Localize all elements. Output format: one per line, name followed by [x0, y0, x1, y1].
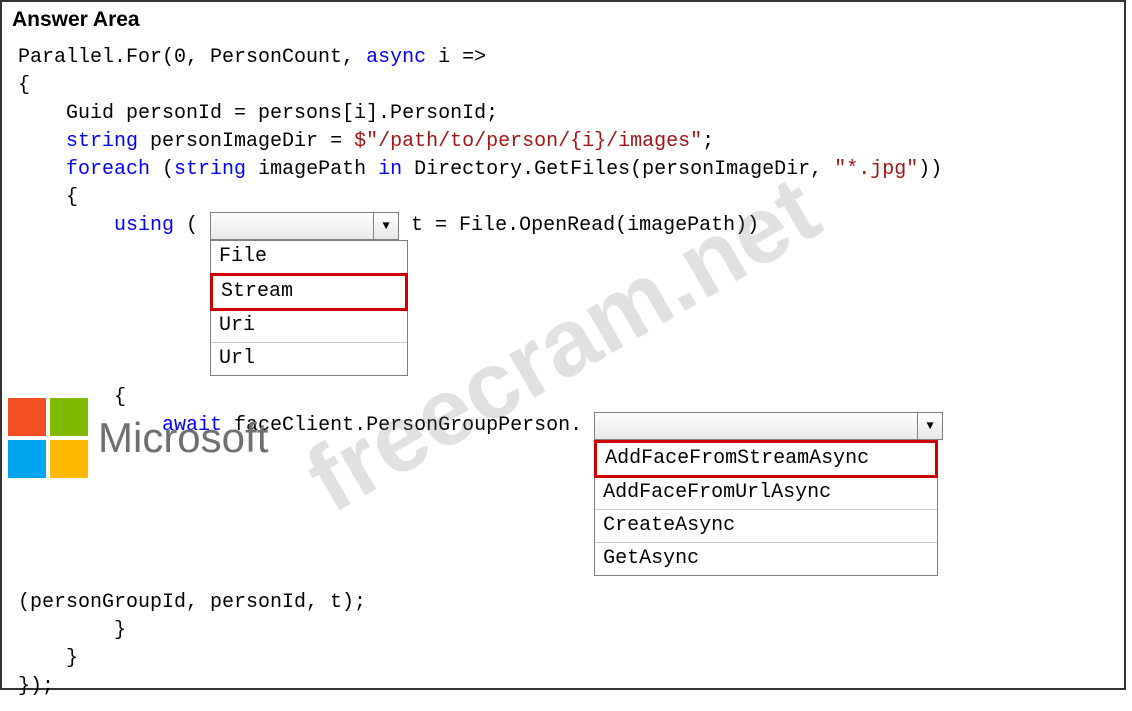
chevron-down-icon[interactable]: ▼	[373, 213, 398, 239]
code-line: }	[18, 617, 1108, 645]
code-line: string personImageDir = $"/path/to/perso…	[18, 128, 1108, 156]
logo-square-blue	[8, 440, 46, 478]
dropdown-field[interactable]	[211, 213, 373, 239]
section-title: Answer Area	[2, 2, 1124, 34]
code-line: Parallel.For(0, PersonCount, async i =>	[18, 44, 1108, 72]
code-line: foreach (string imagePath in Directory.G…	[18, 156, 1108, 184]
dropdown-option-create[interactable]: CreateAsync	[595, 510, 937, 543]
code-line: Guid personId = persons[i].PersonId;	[18, 100, 1108, 128]
dropdown-list[interactable]: File Stream Uri Url	[210, 240, 408, 376]
dropdown-list[interactable]: AddFaceFromStreamAsync AddFaceFromUrlAsy…	[594, 440, 938, 576]
code-line: (personGroupId, personId, t);	[18, 589, 1108, 617]
dropdown-option-addface-stream[interactable]: AddFaceFromStreamAsync	[594, 440, 938, 478]
dropdown-option-addface-url[interactable]: AddFaceFromUrlAsync	[595, 477, 937, 510]
code-block: Parallel.For(0, PersonCount, async i => …	[2, 34, 1124, 711]
microsoft-logo-grid	[8, 398, 88, 478]
dropdown-option-stream[interactable]: Stream	[210, 273, 408, 311]
code-line-with-dropdown: using ( ▼ File Stream Uri Url t = File.O…	[18, 212, 1108, 249]
answer-area-container: Answer Area freecram.net Microsoft Paral…	[0, 0, 1126, 690]
dropdown-option-get[interactable]: GetAsync	[595, 543, 937, 575]
logo-square-red	[8, 398, 46, 436]
dropdown-option-uri[interactable]: Uri	[211, 310, 407, 343]
dropdown-type[interactable]: ▼ File Stream Uri Url	[210, 212, 399, 249]
code-line: {	[18, 184, 1108, 212]
logo-square-yellow	[50, 440, 88, 478]
microsoft-logo-text: Microsoft	[98, 414, 268, 462]
microsoft-logo: Microsoft	[8, 398, 268, 478]
dropdown-box[interactable]: ▼	[594, 412, 943, 440]
chevron-down-icon[interactable]: ▼	[917, 413, 942, 439]
dropdown-option-url[interactable]: Url	[211, 343, 407, 375]
dropdown-box[interactable]: ▼	[210, 212, 399, 240]
logo-square-green	[50, 398, 88, 436]
dropdown-option-file[interactable]: File	[211, 241, 407, 274]
dropdown-field[interactable]	[595, 413, 917, 439]
code-line: }	[18, 645, 1108, 673]
dropdown-method[interactable]: ▼ AddFaceFromStreamAsync AddFaceFromUrlA…	[594, 412, 943, 449]
code-line: {	[18, 72, 1108, 100]
